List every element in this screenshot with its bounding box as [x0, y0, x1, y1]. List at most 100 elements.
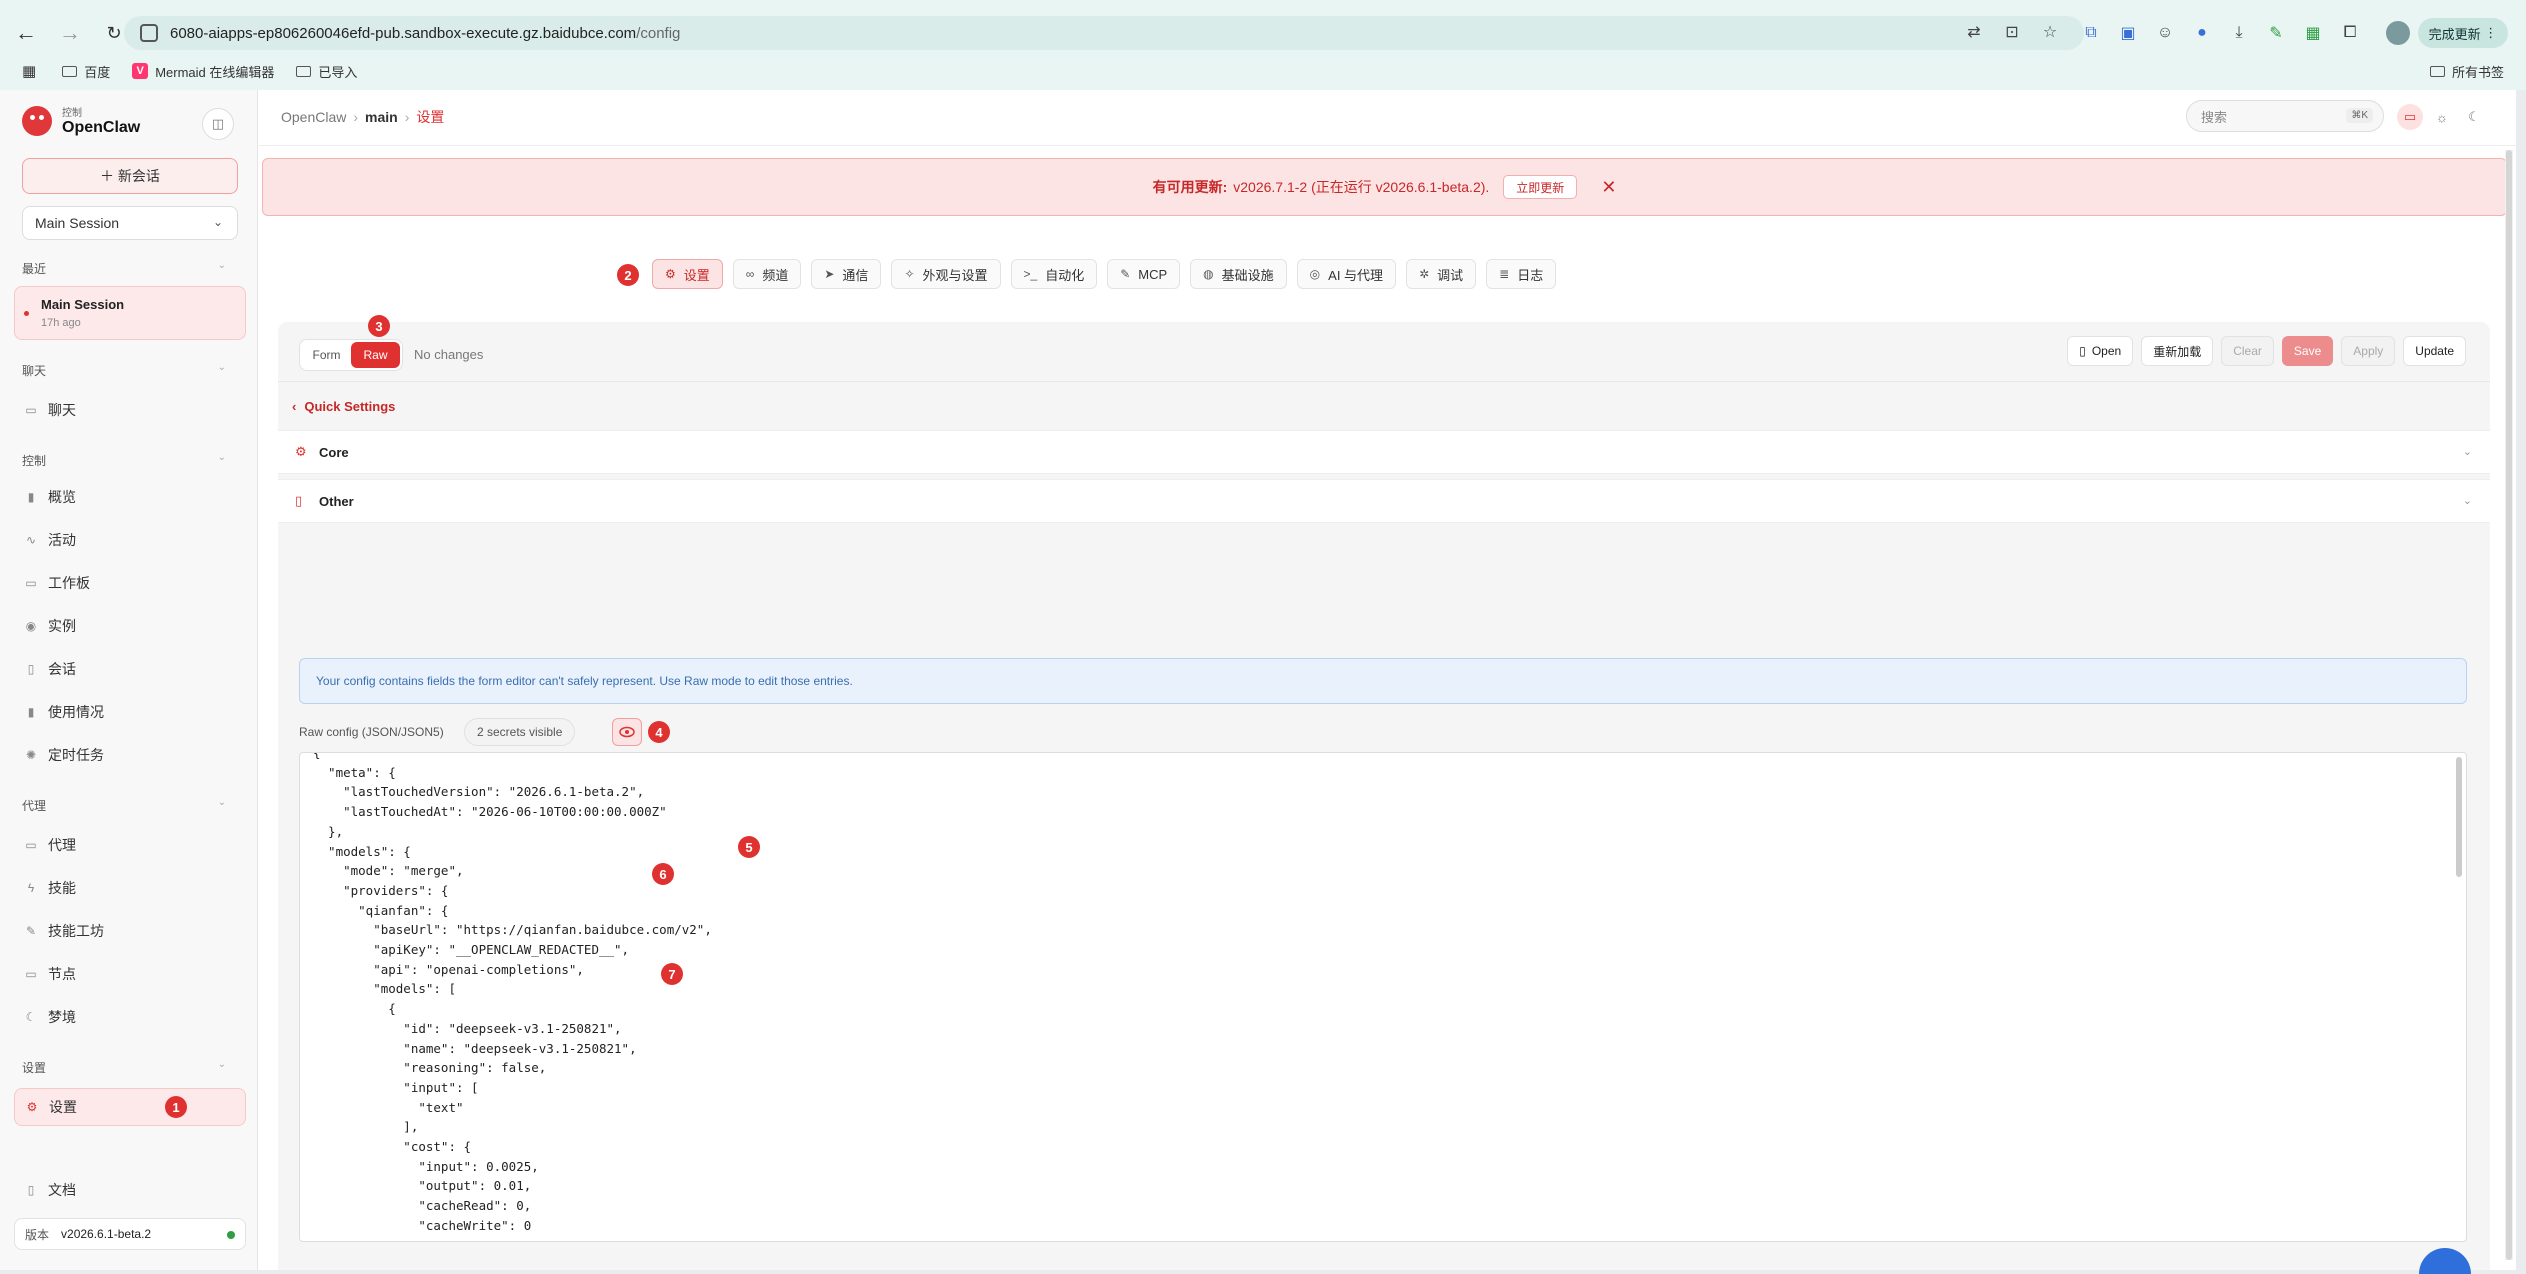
site-settings-icon[interactable] — [140, 24, 158, 42]
tab-communication[interactable]: ➤ 通信 — [811, 259, 882, 289]
section-control[interactable]: 控制 ⌄ — [22, 452, 238, 469]
sidebar-item-settings[interactable]: ⚙ 设置 — [14, 1088, 246, 1126]
brand-name: OpenClaw — [62, 119, 141, 136]
sidebar-item-overview[interactable]: ▮ 概览 — [14, 480, 246, 514]
finish-update-button[interactable]: 完成更新 ⋮ — [2418, 18, 2508, 48]
install-app-icon[interactable]: ⊡ — [2002, 22, 2022, 42]
sidebar-item-activity[interactable]: ∿ 活动 — [14, 523, 246, 557]
eye-icon — [619, 726, 635, 738]
section-recent[interactable]: 最近 ⌄ — [22, 260, 238, 277]
tab-logs[interactable]: ≣ 日志 — [1486, 259, 1557, 289]
reload-config-button[interactable]: 重新加载 — [2141, 336, 2214, 366]
section-core[interactable]: ⚙ Core ⌄ — [278, 430, 2490, 474]
panel-icon: ◫ — [211, 116, 225, 131]
bookmark-mermaid[interactable]: V Mermaid 在线编辑器 — [132, 62, 274, 81]
sidebar-item-cron[interactable]: ✺ 定时任务 — [14, 738, 246, 772]
tab-channels[interactable]: ∞ 频道 — [732, 259, 802, 289]
screen-extension-icon[interactable]: ▣ — [2117, 22, 2139, 44]
book-icon: ▯ — [27, 1183, 35, 1197]
tab-mcp[interactable]: ✎ MCP — [1107, 259, 1181, 289]
bookmark-imported[interactable]: 已导入 — [296, 62, 357, 81]
sidebar-item-agents[interactable]: ▭ 代理 — [14, 828, 246, 862]
profile-avatar[interactable] — [2386, 21, 2410, 45]
translate-extension-icon[interactable]: ⧉ — [2080, 22, 2102, 44]
back-button[interactable]: ← — [8, 15, 44, 51]
editor-scrollbar[interactable] — [2456, 757, 2462, 877]
crumb-openclaw[interactable]: OpenClaw — [281, 109, 346, 125]
sidebar-item-skills[interactable]: ϟ 技能 — [14, 871, 246, 905]
tab-infrastructure[interactable]: ◍ 基础设施 — [1190, 259, 1287, 289]
bookmark-label: 已导入 — [318, 64, 358, 80]
sidebar-item-sessions[interactable]: ▯ 会话 — [14, 652, 246, 686]
all-bookmarks[interactable]: 所有书签 — [2429, 62, 2504, 81]
save-button[interactable]: Save — [2281, 336, 2334, 366]
search-input[interactable]: 搜索 ⌘K — [2186, 100, 2384, 132]
sidebar-item-dreams[interactable]: ☾ 梦境 — [14, 1000, 246, 1034]
section-label: 设置 — [22, 1061, 47, 1075]
tab-automation[interactable]: >_ 自动化 — [1010, 259, 1098, 289]
session-select[interactable]: Main Session ⌄ — [22, 206, 238, 240]
puzzle-icon[interactable]: ⧠ — [2339, 22, 2361, 44]
tab-appearance[interactable]: ✧ 外观与设置 — [891, 259, 1001, 289]
tab-label: 通信 — [842, 267, 869, 283]
toggle-secrets-button[interactable] — [612, 718, 642, 746]
section-chat[interactable]: 聊天 ⌄ — [22, 362, 238, 379]
sidebar-collapse-button[interactable]: ◫ — [202, 108, 234, 140]
raw-config-editor[interactable]: { "meta": { "lastTouchedVersion": "2026.… — [299, 752, 2467, 1242]
tab-ai-agents[interactable]: ◎ AI 与代理 — [1296, 259, 1397, 289]
info-callout: Your config contains fields the form edi… — [299, 658, 2467, 704]
bookmark-baidu[interactable]: 百度 — [62, 62, 110, 81]
tab-settings[interactable]: ⚙ 设置 — [652, 259, 723, 289]
new-chat-button[interactable]: ＋ 新会话 — [22, 158, 238, 194]
apply-button[interactable]: Apply — [2341, 336, 2396, 366]
open-label: Open — [2091, 344, 2122, 358]
update-now-button[interactable]: 立即更新 — [1503, 175, 1578, 199]
sidebar-item-usage[interactable]: ▮ 使用情况 — [14, 695, 246, 729]
download-extension-icon[interactable]: ⤓ — [2228, 22, 2250, 44]
recent-session-item[interactable]: Main Session 17h ago — [14, 286, 246, 340]
translate-icon[interactable]: ⇄ — [1964, 22, 1984, 42]
tab-debug[interactable]: ✲ 调试 — [1406, 259, 1477, 289]
form-mode-button[interactable]: Form — [302, 342, 351, 368]
tab-label: 设置 — [683, 267, 710, 283]
grid-extension-icon[interactable]: ▦ — [2302, 22, 2324, 44]
wrench-icon: ✎ — [25, 924, 37, 938]
chat-extension-icon[interactable]: ☺ — [2154, 22, 2176, 44]
monitor-icon[interactable]: ▭ — [2397, 104, 2423, 130]
sidebar-item-docs[interactable]: ▯ 文档 — [14, 1173, 246, 1207]
apps-grid-icon[interactable]: ▦ — [22, 62, 36, 80]
sidebar-item-nodes[interactable]: ▭ 节点 — [14, 957, 246, 991]
moon-icon[interactable]: ☾ — [2461, 104, 2487, 130]
clear-button[interactable]: Clear — [2221, 336, 2274, 366]
update-button[interactable]: Update — [2403, 336, 2466, 366]
section-other[interactable]: ▯ Other ⌄ — [278, 479, 2490, 523]
shield-extension-icon[interactable]: ● — [2191, 22, 2213, 44]
active-dot-icon — [24, 311, 29, 316]
star-icon[interactable]: ☆ — [2040, 22, 2060, 42]
page-scrollbar[interactable] — [2505, 150, 2513, 1260]
quick-settings-link[interactable]: ‹ Quick Settings — [292, 399, 395, 414]
section-agent[interactable]: 代理 ⌄ — [22, 797, 238, 814]
tab-label: 自动化 — [1045, 267, 1085, 283]
sidebar-item-chat[interactable]: ▭ 聊天 — [14, 393, 246, 427]
update-banner: 有可用更新: v2026.7.1-2 (正在运行 v2026.6.1-beta.… — [262, 158, 2507, 216]
finish-update-label: 完成更新 — [2428, 26, 2481, 42]
crumb-main[interactable]: main — [365, 109, 398, 125]
sidebar-item-instances[interactable]: ◉ 实例 — [14, 609, 246, 643]
crumb-separator: › — [353, 109, 359, 125]
sun-icon[interactable]: ☼ — [2429, 104, 2455, 130]
forward-button[interactable]: → — [52, 15, 88, 51]
sidebar-item-skill-workshop[interactable]: ✎ 技能工坊 — [14, 914, 246, 948]
pen-extension-icon[interactable]: ✎ — [2265, 22, 2287, 44]
section-settings[interactable]: 设置 ⌄ — [22, 1059, 238, 1076]
page-scrollbar-thumb[interactable] — [2506, 150, 2512, 1260]
sidebar-item-workboard[interactable]: ▭ 工作板 — [14, 566, 246, 600]
close-icon[interactable]: ✕ — [1601, 177, 1616, 198]
open-button[interactable]: ▯ Open — [2067, 336, 2134, 366]
sidebar-item-label: 使用情况 — [48, 704, 104, 720]
raw-mode-button[interactable]: Raw — [351, 342, 400, 368]
address-bar[interactable]: 6080-aiapps-ep806260046efd-pub.sandbox-e… — [124, 16, 2084, 50]
gear-icon: ⚙ — [295, 444, 307, 459]
section-label: 代理 — [22, 799, 47, 813]
annotation-badge: 5 — [738, 836, 760, 858]
